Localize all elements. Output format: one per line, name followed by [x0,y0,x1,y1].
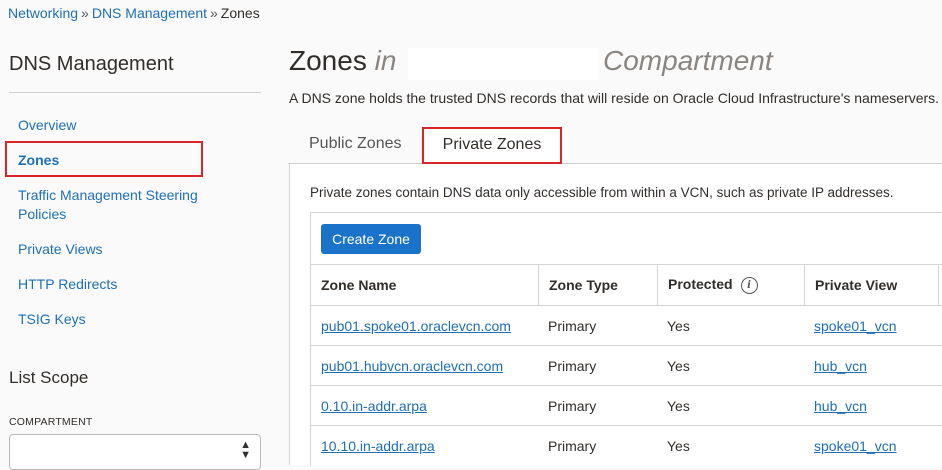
compartment-label: COMPARTMENT [9,416,93,428]
table-header-divider [311,264,942,265]
protected-cell: Yes [667,358,690,374]
sidebar-item-http-redirects[interactable]: HTTP Redirects [18,275,117,294]
sidebar-item-private-views[interactable]: Private Views [18,240,103,259]
zone-type-cell: Primary [548,318,597,334]
tab-private-zones[interactable]: Private Zones [422,127,562,164]
protected-cell: Yes [667,398,690,414]
zone-type-cell: Primary [548,438,597,454]
private-view-link[interactable]: spoke01_vcn [814,438,897,454]
page-title-text: Zones [289,45,367,76]
column-header-private-view[interactable]: Private View [815,277,897,293]
private-view-link[interactable]: hub_vcn [814,398,867,414]
sidebar-item-tsig-keys[interactable]: TSIG Keys [18,310,86,329]
sidebar-item-traffic-management[interactable]: Traffic Management Steering Policies [18,186,218,224]
sidebar-item-zones[interactable]: Zones [18,151,59,170]
sidebar: DNS Management Overview Zones Traffic Ma… [0,0,270,470]
panel-description: Private zones contain DNS data only acce… [310,185,894,200]
zone-name-link[interactable]: 10.10.in-addr.arpa [321,438,435,454]
tab-public-zones[interactable]: Public Zones [309,135,402,153]
select-chevrons-icon: ▲ ▼ [240,439,251,461]
column-header-protected: Protected i [668,276,758,294]
table-row: pub01.spoke01.oraclevcn.com Primary Yes … [311,305,942,346]
zone-name-link[interactable]: pub01.hubvcn.oraclevcn.com [321,358,503,374]
compartment-value [12,437,122,465]
table-row: 0.10.in-addr.arpa Primary Yes hub_vcn [311,385,942,426]
info-icon[interactable]: i [740,276,758,294]
table-row: pub01.hubvcn.oraclevcn.com Primary Yes h… [311,345,942,386]
table-row: 10.10.in-addr.arpa Primary Yes spoke01_v… [311,425,942,466]
zone-name-link[interactable]: pub01.spoke01.oraclevcn.com [321,318,511,334]
create-zone-button[interactable]: Create Zone [321,224,421,254]
column-divider [804,264,805,305]
column-header-zone-name[interactable]: Zone Name [321,277,396,293]
page-description: A DNS zone holds the trusted DNS records… [289,90,940,106]
column-divider [657,264,658,305]
column-header-zone-type[interactable]: Zone Type [549,277,618,293]
list-scope-title: List Scope [9,368,89,387]
protected-cell: Yes [667,318,690,334]
column-divider [538,264,539,305]
sidebar-divider [9,92,261,93]
sidebar-title: DNS Management [9,53,174,75]
page-title-in: in [374,45,397,76]
column-header-protected-label: Protected [668,276,733,292]
protected-cell: Yes [667,438,690,454]
private-view-link[interactable]: spoke01_vcn [814,318,897,334]
zone-name-link[interactable]: 0.10.in-addr.arpa [321,398,427,414]
zone-type-cell: Primary [548,358,597,374]
sidebar-item-overview[interactable]: Overview [18,116,76,135]
compartment-name-redacted [408,48,598,80]
page-title-compartment: Compartment [603,45,773,76]
zone-type-cell: Primary [548,398,597,414]
private-view-link[interactable]: hub_vcn [814,358,867,374]
column-divider [938,264,939,305]
page-title: Zones in [289,45,396,77]
